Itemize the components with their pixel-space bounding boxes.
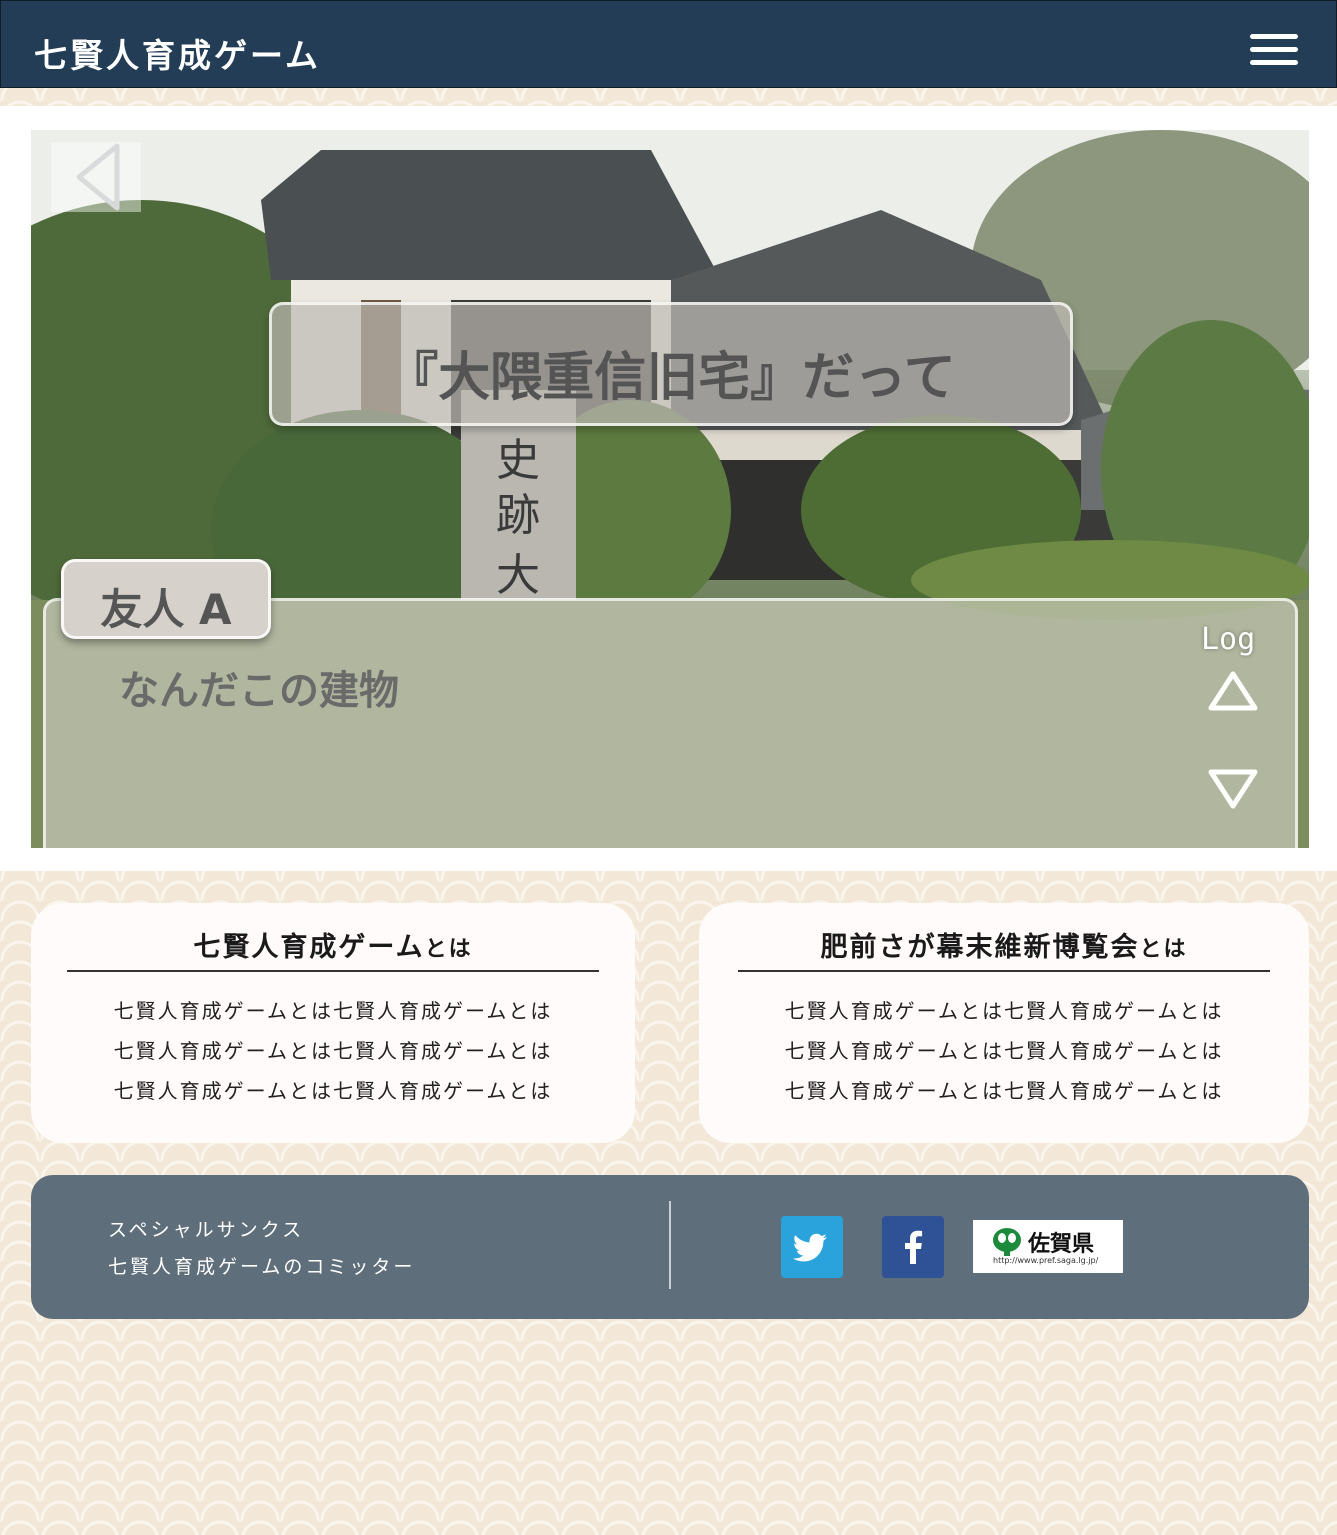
menu-bar (1250, 60, 1298, 65)
facebook-icon (905, 1230, 923, 1264)
saga-prefecture-name: 佐賀県 (1028, 1232, 1095, 1257)
card-body: 七賢人育成ゲームとは七賢人育成ゲームとは 七賢人育成ゲームとは七賢人育成ゲームと… (31, 991, 635, 1111)
card-title-suffix: とは (1139, 937, 1188, 962)
facebook-link[interactable] (882, 1216, 944, 1278)
menu-bar (1250, 47, 1298, 52)
menu-bar (1250, 34, 1298, 39)
card-title: 七賢人育成ゲームとは (31, 925, 635, 964)
card-line: 七賢人育成ゲームとは七賢人育成ゲームとは (784, 1079, 1224, 1103)
back-button[interactable] (51, 142, 141, 212)
scene-caption-box: 『大隈重信旧宅』だって (269, 302, 1073, 426)
card-body: 七賢人育成ゲームとは七賢人育成ゲームとは 七賢人育成ゲームとは七賢人育成ゲームと… (699, 991, 1309, 1111)
special-thanks-label: スペシャルサンクス (108, 1219, 305, 1241)
game-scene[interactable]: 史 跡 大 『大隈重信旧宅』だって 友人 A なんだこの建物 Log (31, 130, 1309, 848)
log-button[interactable]: Log (1201, 622, 1255, 657)
speaker-name-tag: 友人 A (61, 559, 271, 639)
scene-caption: 『大隈重信旧宅』だって (386, 348, 956, 408)
card-title-main: 肥前さが幕末維新博覧会 (820, 932, 1140, 963)
scroll-down-icon (1208, 769, 1258, 809)
hamburger-menu-icon[interactable] (1250, 34, 1298, 66)
saga-prefecture-link[interactable]: 佐賀県 http://www.pref.saga.lg.jp/ (973, 1220, 1123, 1273)
card-line: 七賢人育成ゲームとは七賢人育成ゲームとは (784, 999, 1224, 1023)
card-title-main: 七賢人育成ゲーム (193, 932, 425, 963)
about-expo-card: 肥前さが幕末維新博覧会とは 七賢人育成ゲームとは七賢人育成ゲームとは 七賢人育成… (699, 903, 1309, 1143)
footer-divider (669, 1201, 671, 1289)
dialog-text: なんだこの建物 (119, 668, 399, 714)
svg-text:大: 大 (496, 550, 540, 601)
back-arrow-icon (76, 143, 120, 211)
app-header: 七賢人育成ゲーム (0, 0, 1337, 88)
card-title: 肥前さが幕末維新博覧会とは (699, 925, 1309, 964)
committers-label: 七賢人育成ゲームのコミッター (108, 1256, 416, 1278)
twitter-link[interactable] (781, 1216, 843, 1278)
speaker-name: 友人 A (100, 585, 232, 634)
card-divider (67, 970, 599, 972)
card-line: 七賢人育成ゲームとは七賢人育成ゲームとは (113, 999, 553, 1023)
app-title[interactable]: 七賢人育成ゲーム (34, 29, 321, 77)
svg-text:跡: 跡 (496, 490, 540, 541)
twitter-icon (792, 1233, 827, 1262)
card-line: 七賢人育成ゲームとは七賢人育成ゲームとは (113, 1079, 553, 1103)
card-line: 七賢人育成ゲームとは七賢人育成ゲームとは (113, 1039, 553, 1063)
card-title-suffix: とは (424, 937, 473, 962)
card-divider (738, 970, 1270, 972)
about-game-card: 七賢人育成ゲームとは 七賢人育成ゲームとは七賢人育成ゲームとは 七賢人育成ゲーム… (31, 903, 635, 1143)
card-line: 七賢人育成ゲームとは七賢人育成ゲームとは (784, 1039, 1224, 1063)
footer: スペシャルサンクス 七賢人育成ゲームのコミッター 佐賀県 http://www.… (31, 1175, 1309, 1319)
scroll-up-icon (1208, 671, 1258, 711)
scroll-down-button[interactable] (1207, 766, 1259, 810)
scroll-up-button[interactable] (1207, 670, 1259, 714)
svg-text:史: 史 (496, 435, 540, 486)
saga-prefecture-url: http://www.pref.saga.lg.jp/ (993, 1256, 1099, 1265)
game-panel: 史 跡 大 『大隈重信旧宅』だって 友人 A なんだこの建物 Log (0, 106, 1337, 871)
